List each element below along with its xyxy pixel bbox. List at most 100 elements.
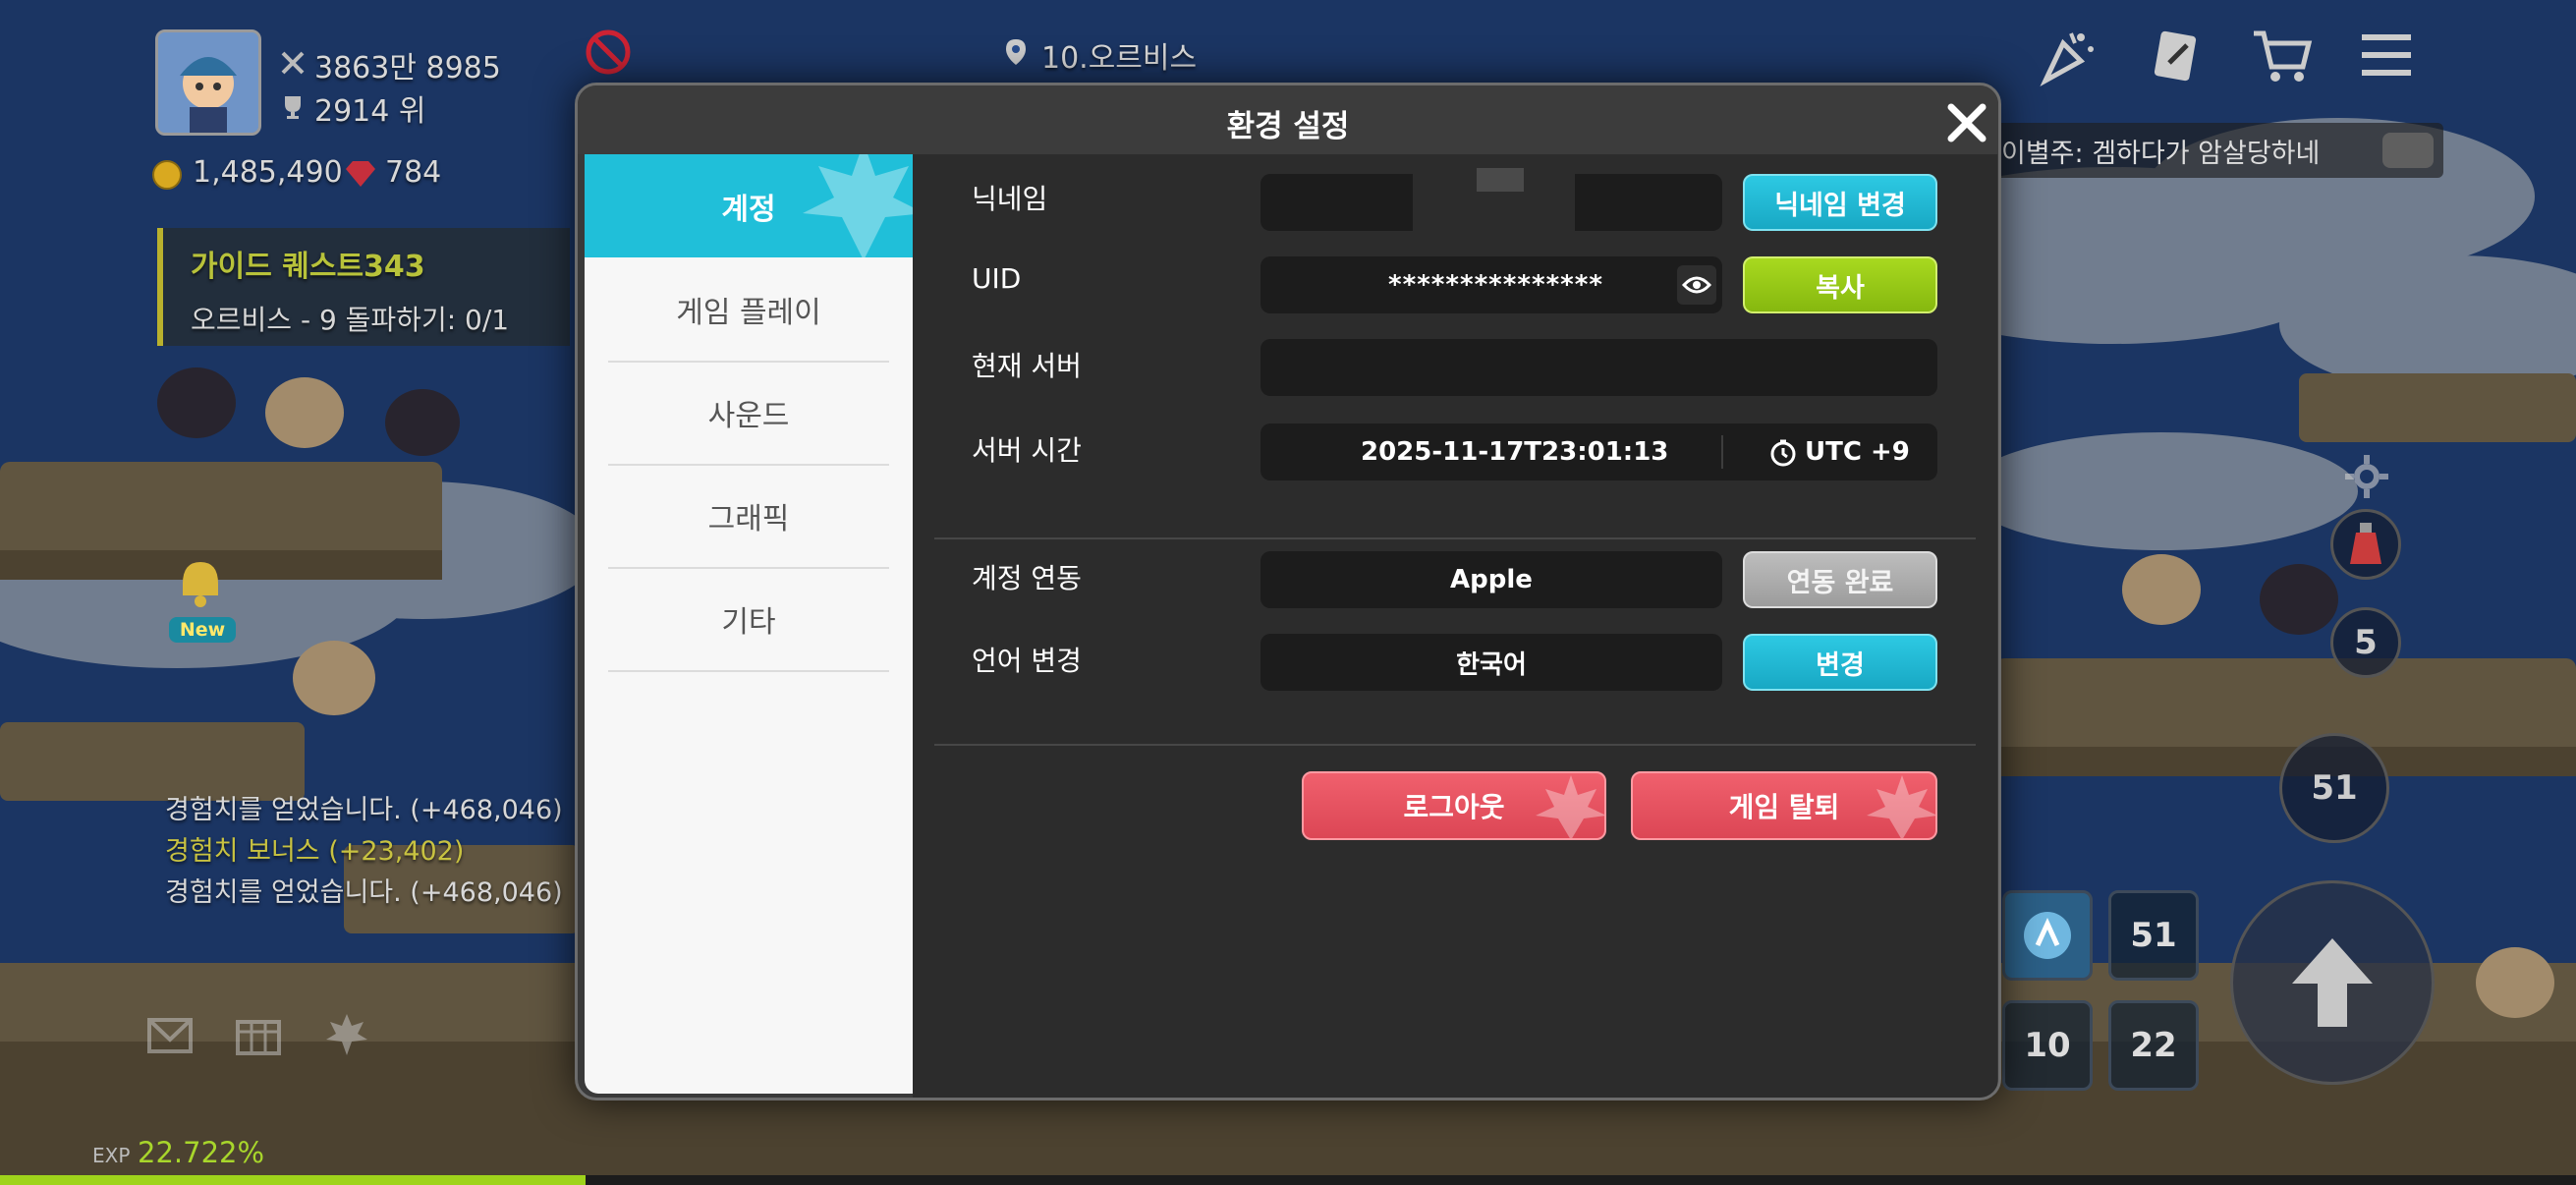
maple-leaf-icon[interactable] — [324, 1012, 369, 1061]
exp-percent: 22.722% — [138, 1136, 265, 1169]
chat-bubble-icon[interactable] — [2382, 133, 2434, 168]
quest-description: 오르비스 - 9 돌파하기: 0/1 — [191, 304, 510, 336]
tab-sound[interactable]: 사운드 — [585, 361, 913, 464]
link-complete-button[interactable]: 연동 완료 — [1743, 551, 1937, 608]
field-divider — [1721, 435, 1723, 469]
link-complete-label: 연동 완료 — [1786, 567, 1894, 598]
location-name[interactable]: 10.오르비스 — [1041, 33, 1197, 77]
chat-bar[interactable]: 이별주: 겜하다가 암살당하네 — [1931, 123, 2443, 178]
side-counter[interactable]: 5 — [2330, 607, 2401, 678]
uid-label: UID — [972, 262, 1022, 295]
jump-button[interactable] — [2230, 880, 2435, 1085]
copy-uid-label: 복사 — [1816, 272, 1865, 304]
chat-message: 이별주: 겜하다가 암살당하네 — [2001, 138, 2321, 169]
new-badge: New — [169, 617, 236, 643]
copy-uid-button[interactable]: 복사 — [1743, 256, 1937, 313]
language-field: 한국어 — [1260, 634, 1722, 691]
dialog-title: 환경 설정 — [1226, 109, 1350, 144]
language-label: 언어 변경 — [972, 645, 1082, 677]
maple-leaf-deco-icon — [1536, 775, 1604, 838]
tab-account[interactable]: 계정 — [585, 154, 913, 257]
tab-label: 그래픽 — [707, 501, 790, 536]
celebration-icon[interactable] — [2038, 26, 2099, 90]
combat-log-line: 경험치를 얻었습니다. (+468,046) — [165, 877, 563, 908]
timezone-value: UTC +9 — [1805, 437, 1910, 467]
nickname-field — [1260, 168, 1722, 231]
skill-slot[interactable]: 10 — [2002, 1000, 2093, 1091]
red-gem-icon — [344, 159, 377, 193]
mesos-value: 1,485,490 — [193, 155, 343, 190]
potion-icon — [2350, 523, 2381, 564]
logout-button[interactable]: 로그아웃 — [1302, 771, 1606, 840]
bell-icon[interactable] — [169, 556, 232, 619]
settings-sidebar: 계정 게임 플레이 사운드 그래픽 기타 — [585, 154, 913, 1094]
quest-title: 가이드 퀘스트343 — [191, 250, 425, 284]
guide-quest-panel[interactable]: 가이드 퀘스트343 오르비스 - 9 돌파하기: 0/1 — [157, 228, 570, 346]
nickname-redacted — [1413, 168, 1575, 231]
skill-slot[interactable]: 51 — [2108, 890, 2199, 981]
combat-log-line: 경험치를 얻었습니다. (+468,046) — [165, 795, 563, 825]
jump-skill-icon — [2024, 912, 2071, 959]
server-time-value: 2025-11-17T23:01:13 — [1361, 437, 1669, 467]
tab-divider — [608, 670, 889, 672]
no-entry-icon — [586, 29, 631, 79]
eye-icon[interactable] — [1677, 265, 1716, 305]
clock-icon — [1769, 439, 1797, 474]
language-value: 한국어 — [1456, 649, 1527, 680]
crossed-swords-icon — [279, 49, 307, 81]
withdraw-label: 게임 탈퇴 — [1728, 791, 1840, 823]
tab-label: 기타 — [721, 604, 776, 640]
account-link-field: Apple — [1260, 551, 1722, 608]
exp-bar-fill — [0, 1175, 586, 1185]
tab-label: 계정 — [721, 192, 776, 227]
close-icon — [1947, 103, 1987, 142]
withdraw-button[interactable]: 게임 탈퇴 — [1631, 771, 1937, 840]
section-divider — [934, 537, 1976, 539]
combat-log-line: 경험치 보너스 (+23,402) — [165, 836, 465, 867]
shop-cart-icon[interactable] — [2250, 26, 2315, 90]
settings-gear-icon[interactable] — [2342, 452, 2391, 505]
server-time-field: 2025-11-17T23:01:13 UTC +9 — [1260, 423, 1937, 480]
gems-value: 784 — [385, 155, 442, 190]
tab-graphics[interactable]: 그래픽 — [585, 464, 913, 567]
change-language-label: 변경 — [1816, 649, 1865, 681]
card-edit-icon[interactable] — [2148, 26, 2209, 90]
settings-dialog: 환경 설정 계정 게임 플레이 사운드 그래픽 기타 닉네임 닉네임 변경 UI… — [575, 83, 2001, 1100]
logout-label: 로그아웃 — [1403, 791, 1505, 823]
maple-leaf-deco-icon — [803, 154, 913, 257]
arrow-up-icon — [2292, 938, 2373, 1027]
account-settings-panel: 닉네임 닉네임 변경 UID *************** 복사 현재 서버 … — [913, 154, 1997, 1098]
meso-coin-icon — [151, 159, 183, 195]
combat-power-value: 3863만 8985 — [314, 51, 501, 85]
close-button[interactable] — [1941, 97, 1992, 148]
account-link-value: Apple — [1450, 565, 1533, 594]
current-server-label: 현재 서버 — [972, 350, 1082, 382]
current-server-field — [1260, 339, 1937, 396]
rank-value: 2914 위 — [314, 94, 426, 129]
change-nickname-button[interactable]: 닉네임 변경 — [1743, 174, 1937, 231]
change-nickname-label: 닉네임 변경 — [1774, 190, 1906, 221]
tab-gameplay[interactable]: 게임 플레이 — [585, 257, 913, 361]
calendar-icon[interactable] — [236, 1016, 281, 1059]
exp-bar — [0, 1175, 2576, 1185]
location-pin-icon — [1004, 37, 1028, 71]
exp-label: EXP — [92, 1144, 131, 1167]
maple-leaf-deco-icon — [1867, 775, 1935, 838]
level-badge[interactable]: 51 — [2279, 733, 2389, 843]
uid-field: *************** — [1260, 256, 1722, 313]
mail-icon[interactable] — [147, 1016, 193, 1059]
potion-slot[interactable] — [2330, 509, 2401, 580]
account-link-label: 계정 연동 — [972, 562, 1082, 594]
hamburger-menu-icon[interactable] — [2360, 31, 2413, 83]
character-portrait-icon — [158, 32, 258, 133]
tab-etc[interactable]: 기타 — [585, 567, 913, 670]
avatar[interactable] — [155, 29, 261, 136]
change-language-button[interactable]: 변경 — [1743, 634, 1937, 691]
skill-slot[interactable]: 22 — [2108, 1000, 2199, 1091]
uid-value: *************** — [1388, 270, 1603, 300]
section-divider — [934, 744, 1976, 746]
server-time-label: 서버 시간 — [972, 434, 1082, 467]
tab-label: 사운드 — [707, 398, 790, 433]
skill-slot-char[interactable] — [2002, 890, 2093, 981]
trophy-icon — [279, 92, 307, 124]
